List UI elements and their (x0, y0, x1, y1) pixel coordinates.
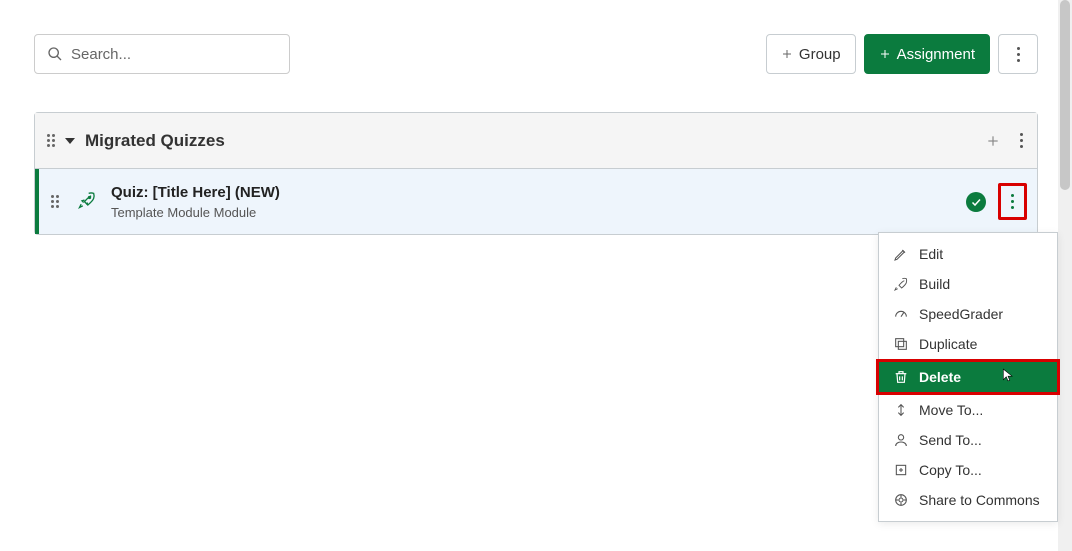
group-header[interactable]: Migrated Quizzes (35, 113, 1037, 169)
item-title: Quiz: [Title Here] (NEW) (111, 184, 280, 201)
search-input[interactable] (71, 46, 277, 63)
scrollbar[interactable] (1058, 0, 1072, 551)
group-header-actions (982, 129, 1027, 152)
scrollbar-thumb[interactable] (1060, 0, 1070, 190)
search-box[interactable] (34, 34, 290, 74)
page-options-button[interactable] (998, 34, 1038, 74)
menu-label: Edit (919, 246, 943, 262)
add-item-to-group-button[interactable] (982, 130, 1004, 152)
copy-to-icon (893, 462, 909, 478)
top-bar: Group Assignment (34, 34, 1038, 74)
menu-label: SpeedGrader (919, 306, 1003, 322)
user-icon (893, 432, 909, 448)
menu-share-commons[interactable]: Share to Commons (879, 485, 1057, 515)
menu-label: Build (919, 276, 950, 292)
menu-copy-to[interactable]: Copy To... (879, 455, 1057, 485)
group-title: Migrated Quizzes (85, 131, 225, 151)
menu-label: Duplicate (919, 336, 977, 352)
chevron-down-icon (65, 138, 75, 144)
assignment-group: Migrated Quizzes (34, 112, 1038, 235)
plus-icon (986, 134, 1000, 148)
menu-label: Copy To... (919, 462, 982, 478)
menu-edit[interactable]: Edit (879, 239, 1057, 269)
menu-build[interactable]: Build (879, 269, 1057, 299)
menu-label: Delete (919, 369, 961, 385)
plus-icon (879, 48, 891, 60)
rocket-icon (893, 276, 909, 292)
cursor-icon (1001, 366, 1015, 384)
drag-handle-icon[interactable] (49, 195, 61, 208)
rocket-icon (77, 190, 97, 213)
kebab-icon (1017, 47, 1020, 62)
item-options-button[interactable] (1007, 190, 1018, 213)
move-icon (893, 402, 909, 418)
commons-icon (893, 492, 909, 508)
menu-move-to[interactable]: Move To... (879, 395, 1057, 425)
gauge-icon (893, 306, 909, 322)
plus-icon (781, 48, 793, 60)
search-icon (47, 46, 63, 62)
menu-speedgrader[interactable]: SpeedGrader (879, 299, 1057, 329)
menu-label: Send To... (919, 432, 982, 448)
menu-duplicate[interactable]: Duplicate (879, 329, 1057, 359)
add-assignment-button[interactable]: Assignment (864, 34, 990, 74)
highlighted-kebab (998, 183, 1027, 220)
action-buttons: Group Assignment (766, 34, 1038, 74)
kebab-icon (1020, 133, 1023, 148)
drag-handle-icon[interactable] (45, 134, 57, 147)
item-subtitle: Template Module Module (111, 205, 280, 220)
trash-icon (893, 369, 909, 385)
copy-icon (893, 336, 909, 352)
assignments-page: Group Assignment Migrated Quizzes (0, 0, 1072, 551)
assignment-button-label: Assignment (897, 46, 975, 63)
pencil-icon (893, 246, 909, 262)
item-context-menu: Edit Build SpeedGrader Duplicate Delete … (878, 232, 1058, 522)
group-button-label: Group (799, 46, 841, 63)
menu-label: Share to Commons (919, 492, 1040, 508)
add-group-button[interactable]: Group (766, 34, 856, 74)
menu-send-to[interactable]: Send To... (879, 425, 1057, 455)
item-actions (966, 183, 1027, 220)
assignment-item-row[interactable]: Quiz: [Title Here] (NEW) Template Module… (35, 169, 1037, 234)
item-text: Quiz: [Title Here] (NEW) Template Module… (111, 184, 280, 220)
group-options-button[interactable] (1016, 129, 1027, 152)
published-icon[interactable] (966, 192, 986, 212)
menu-label: Move To... (919, 402, 983, 418)
kebab-icon (1011, 194, 1014, 209)
menu-delete[interactable]: Delete (876, 359, 1060, 395)
